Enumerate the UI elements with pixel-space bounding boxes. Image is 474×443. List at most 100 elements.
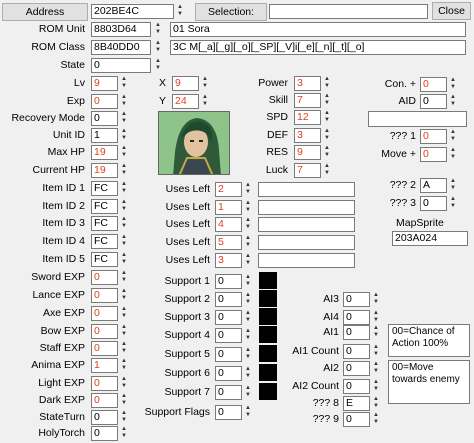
exp-spinner[interactable]: ▲ ▼: [119, 94, 129, 109]
power-field[interactable]: 3: [294, 76, 321, 91]
bow-exp-field[interactable]: 0: [91, 324, 118, 339]
ai2-count-spinner[interactable]: ▲ ▼: [371, 379, 381, 394]
support-flags-field[interactable]: 0: [215, 405, 242, 420]
item-2-uses-field[interactable]: 1: [215, 200, 242, 215]
unknown-3-spinner[interactable]: ▲ ▼: [448, 196, 458, 211]
max-hp-spinner[interactable]: ▲ ▼: [119, 145, 129, 160]
power-spinner[interactable]: ▲ ▼: [322, 76, 332, 91]
con-spinner[interactable]: ▲ ▼: [448, 77, 458, 92]
support-7-field[interactable]: 0: [215, 385, 242, 400]
rom-unit-name[interactable]: 01 Sora: [170, 22, 466, 37]
rom-unit-field[interactable]: 8803D64: [91, 22, 151, 37]
support-5-spinner[interactable]: ▲ ▼: [243, 347, 253, 362]
y-spinner[interactable]: ▲ ▼: [200, 94, 210, 109]
item-1-uses-spinner[interactable]: ▲ ▼: [243, 182, 253, 197]
unit-id-field[interactable]: 1: [91, 128, 118, 143]
ai1-count-spinner[interactable]: ▲ ▼: [371, 344, 381, 359]
item-5-uses-spinner[interactable]: ▲ ▼: [243, 253, 253, 268]
right-text-field[interactable]: [368, 111, 467, 127]
item-4-field[interactable]: FC: [91, 234, 118, 249]
unknown-9-field[interactable]: 0: [343, 412, 370, 427]
rom-unit-spinner[interactable]: ▲ ▼: [153, 22, 163, 37]
ai3-field[interactable]: 0: [343, 292, 370, 307]
ai1-count-field[interactable]: 0: [343, 344, 370, 359]
rom-class-name[interactable]: 3C M[_a][_g][_o][_SP][_V]i[_e][_n][_t][_…: [170, 40, 466, 55]
item-1-name[interactable]: [258, 182, 355, 197]
def-spinner[interactable]: ▲ ▼: [322, 128, 332, 143]
unknown-2-spinner[interactable]: ▲ ▼: [448, 178, 458, 193]
item-3-name[interactable]: [258, 217, 355, 232]
con-field[interactable]: 0: [420, 77, 447, 92]
move-spinner[interactable]: ▲ ▼: [448, 147, 458, 162]
lance-exp-spinner[interactable]: ▲ ▼: [119, 288, 129, 303]
staff-exp-field[interactable]: 0: [91, 341, 118, 356]
exp-field[interactable]: 0: [91, 94, 118, 109]
anima-exp-field[interactable]: 1: [91, 358, 118, 373]
item-5-name[interactable]: [258, 253, 355, 268]
item-4-name[interactable]: [258, 235, 355, 250]
address-field[interactable]: 202BE4C: [91, 4, 174, 19]
item-5-field[interactable]: FC: [91, 252, 118, 267]
rom-class-spinner[interactable]: ▲ ▼: [153, 40, 163, 55]
move-field[interactable]: 0: [420, 147, 447, 162]
support-flags-spinner[interactable]: ▲ ▼: [243, 405, 253, 420]
spd-spinner[interactable]: ▲ ▼: [322, 110, 332, 125]
item-1-uses-field[interactable]: 2: [215, 182, 242, 197]
item-3-field[interactable]: FC: [91, 216, 118, 231]
holy-torch-field[interactable]: 0: [91, 426, 118, 441]
res-field[interactable]: 9: [294, 145, 321, 160]
support-3-spinner[interactable]: ▲ ▼: [243, 310, 253, 325]
light-exp-field[interactable]: 0: [91, 376, 118, 391]
ai1-field[interactable]: 0: [343, 325, 370, 340]
skill-field[interactable]: 7: [294, 93, 321, 108]
item-4-spinner[interactable]: ▲ ▼: [119, 234, 129, 249]
item-2-uses-spinner[interactable]: ▲ ▼: [243, 200, 253, 215]
unknown-1-field[interactable]: 0: [420, 129, 447, 144]
lv-spinner[interactable]: ▲ ▼: [119, 76, 129, 91]
item-3-uses-field[interactable]: 4: [215, 217, 242, 232]
item-3-uses-spinner[interactable]: ▲ ▼: [243, 217, 253, 232]
close-button[interactable]: Close: [432, 2, 471, 20]
support-3-field[interactable]: 0: [215, 310, 242, 325]
unknown-3-field[interactable]: 0: [420, 196, 447, 211]
unknown-8-spinner[interactable]: ▲ ▼: [371, 396, 381, 411]
selection-button[interactable]: Selection:: [195, 3, 267, 21]
recovery-mode-field[interactable]: 0: [91, 111, 118, 126]
support-5-field[interactable]: 0: [215, 347, 242, 362]
support-7-spinner[interactable]: ▲ ▼: [243, 385, 253, 400]
unknown-1-spinner[interactable]: ▲ ▼: [448, 129, 458, 144]
bow-exp-spinner[interactable]: ▲ ▼: [119, 324, 129, 339]
ai4-spinner[interactable]: ▲ ▼: [371, 310, 381, 325]
recovery-mode-spinner[interactable]: ▲ ▼: [119, 111, 129, 126]
item-2-spinner[interactable]: ▲ ▼: [119, 199, 129, 214]
luck-field[interactable]: 7: [294, 163, 321, 178]
item-2-name[interactable]: [258, 200, 355, 215]
support-1-spinner[interactable]: ▲ ▼: [243, 274, 253, 289]
item-5-spinner[interactable]: ▲ ▼: [119, 252, 129, 267]
spd-field[interactable]: 12: [294, 110, 321, 125]
holy-torch-spinner[interactable]: ▲ ▼: [119, 426, 129, 441]
state-field[interactable]: 0: [91, 58, 151, 73]
aid-spinner[interactable]: ▲ ▼: [448, 94, 458, 109]
rom-class-field[interactable]: 8B40DD0: [91, 40, 151, 55]
state-spinner[interactable]: ▲ ▼: [153, 58, 163, 73]
luck-spinner[interactable]: ▲ ▼: [322, 163, 332, 178]
support-6-spinner[interactable]: ▲ ▼: [243, 366, 253, 381]
support-2-spinner[interactable]: ▲ ▼: [243, 292, 253, 307]
unknown-9-spinner[interactable]: ▲ ▼: [371, 412, 381, 427]
sword-exp-spinner[interactable]: ▲ ▼: [119, 270, 129, 285]
def-field[interactable]: 3: [294, 128, 321, 143]
unknown-8-field[interactable]: E: [343, 396, 370, 411]
y-field[interactable]: 24: [172, 94, 199, 109]
address-spinner[interactable]: ▲ ▼: [175, 4, 185, 19]
item-4-uses-spinner[interactable]: ▲ ▼: [243, 235, 253, 250]
anima-exp-spinner[interactable]: ▲ ▼: [119, 358, 129, 373]
x-field[interactable]: 9: [172, 76, 199, 91]
ai4-field[interactable]: 0: [343, 310, 370, 325]
support-1-field[interactable]: 0: [215, 274, 242, 289]
ai2-field[interactable]: 0: [343, 361, 370, 376]
dark-exp-field[interactable]: 0: [91, 393, 118, 408]
selection-field[interactable]: [269, 4, 428, 19]
lance-exp-field[interactable]: 0: [91, 288, 118, 303]
support-4-spinner[interactable]: ▲ ▼: [243, 328, 253, 343]
